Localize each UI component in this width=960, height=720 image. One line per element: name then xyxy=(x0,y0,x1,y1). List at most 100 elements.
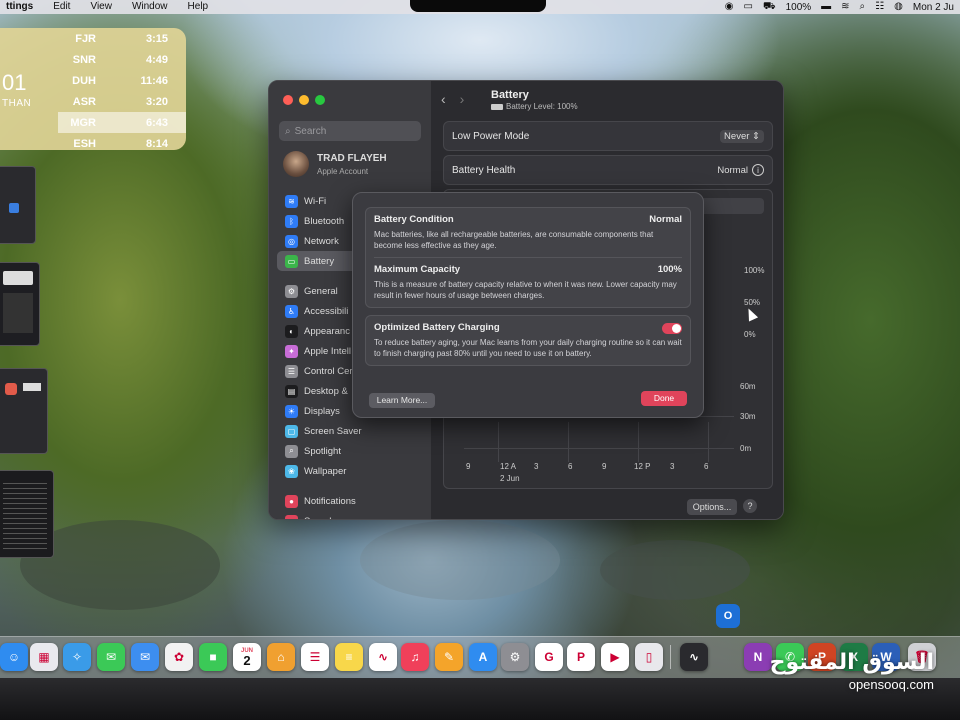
low-power-mode-select[interactable]: Never ⇕ xyxy=(720,129,764,143)
prayer-name: DUH xyxy=(72,74,96,87)
youtube-icon[interactable]: ▶ xyxy=(601,643,629,671)
menu-window[interactable]: Window xyxy=(132,0,168,14)
search-placeholder: Search xyxy=(294,125,327,137)
activity-monitor-icon[interactable]: ∿ xyxy=(680,643,708,671)
minimize-button[interactable] xyxy=(299,95,309,105)
mail-icon[interactable]: ✉ xyxy=(131,643,159,671)
control-center-status-icon[interactable]: ☷ xyxy=(875,0,884,14)
sidebar-item-screen-saver[interactable]: ▢ Screen Saver xyxy=(277,421,427,441)
prayer-row: ASR 3:20 xyxy=(58,91,186,112)
sidebar-item-wallpaper[interactable]: ❀ Wallpaper xyxy=(277,461,427,481)
preview-icon[interactable]: ▯ xyxy=(635,643,663,671)
sidebar-item-label: Spotlight xyxy=(304,445,341,457)
prayer-times-widget[interactable]: 01 THAN FJR 3:15 SNR 4:49 DUH 11:46 ASR 3:20… xyxy=(0,28,186,150)
prayer-row: DUH 11:46 xyxy=(58,70,186,91)
prayer-time: 3:15 xyxy=(145,32,168,45)
prayer-name: ASR xyxy=(72,95,96,108)
help-button[interactable]: ? xyxy=(743,499,757,513)
prayer-name: SNR xyxy=(72,53,96,66)
close-button[interactable] xyxy=(283,95,293,105)
sidebar-item-notifications[interactable]: ● Notifications xyxy=(277,491,427,511)
freeform-icon[interactable]: ∿ xyxy=(369,643,397,671)
stage-manager-window[interactable] xyxy=(0,262,40,346)
apple-account-item[interactable]: TRAD FLAYEH Apple Account xyxy=(283,151,387,177)
menu-help[interactable]: Help xyxy=(188,0,209,14)
battery-condition-description: Mac batteries, like all rechargeable bat… xyxy=(374,230,654,250)
optimized-charging-row: Optimized Battery Charging To reduce bat… xyxy=(366,316,690,365)
battery-icon: ▭ xyxy=(285,254,298,268)
prayer-row-current: MGR 6:43 xyxy=(58,112,186,133)
onenote-icon[interactable]: N xyxy=(744,643,772,671)
system-settings-icon[interactable]: ⚙ xyxy=(501,643,529,671)
battery-level-text: Battery Level: 100% xyxy=(506,102,578,111)
stage-manager-window[interactable] xyxy=(0,470,54,558)
battery-percent[interactable]: 100% xyxy=(786,2,812,13)
pinterest-icon[interactable]: P xyxy=(567,643,595,671)
prayer-current-time: 01 xyxy=(2,70,27,95)
launchpad-icon[interactable]: ▦ xyxy=(30,643,58,671)
low-power-mode-row: Low Power Mode Never ⇕ xyxy=(443,121,773,151)
watermark: السوق المفتوح opensooq.com xyxy=(770,650,934,692)
screen-icon[interactable]: ▭ xyxy=(744,0,753,14)
battery-health-label: Battery Health xyxy=(452,164,516,176)
optimized-charging-toggle[interactable] xyxy=(662,323,682,334)
y-axis-tick: 0% xyxy=(744,330,756,339)
done-button[interactable]: Done xyxy=(641,391,687,406)
outlook-icon[interactable]: O xyxy=(716,604,740,628)
x-axis-tick: 9 xyxy=(466,462,471,471)
back-arrow-icon[interactable]: ‹ xyxy=(441,91,446,107)
menu-edit[interactable]: Edit xyxy=(53,0,70,14)
sidebar-item-label: Network xyxy=(304,235,339,247)
app-store-icon[interactable]: A xyxy=(469,643,497,671)
zoom-button[interactable] xyxy=(315,95,325,105)
finder-icon[interactable]: ☺ xyxy=(0,643,28,671)
safari-icon[interactable]: ✧ xyxy=(63,643,91,671)
music-icon[interactable]: ♫ xyxy=(401,643,429,671)
bluetooth-icon: ᛒ xyxy=(285,214,298,228)
prayer-name: FJR xyxy=(75,32,96,45)
page-title: Battery xyxy=(491,89,529,101)
options-button[interactable]: Options... xyxy=(687,499,737,515)
sidebar-item-spotlight[interactable]: ⌕ Spotlight xyxy=(277,441,427,461)
spotlight-icon: ⌕ xyxy=(285,444,298,458)
forward-arrow-icon[interactable]: › xyxy=(460,91,465,107)
battery-status-icon[interactable]: ▬ xyxy=(821,0,831,14)
menu-view[interactable]: View xyxy=(90,0,112,14)
siri-icon[interactable]: ◍ xyxy=(894,0,903,14)
reminders-icon[interactable]: ☰ xyxy=(301,643,329,671)
sidebar-item-label: Sound xyxy=(304,516,331,520)
accessibility-icon: ♿ xyxy=(285,304,298,318)
wifi-status-icon[interactable]: ≋ xyxy=(841,0,849,14)
spotlight-search-icon[interactable]: ⌕ xyxy=(860,0,866,14)
learn-more-button[interactable]: Learn More... xyxy=(369,393,435,408)
low-power-mode-value: Never xyxy=(724,130,750,142)
x-axis-tick: 12 P xyxy=(634,462,651,471)
stage-manager-window[interactable] xyxy=(0,368,48,454)
messages-icon[interactable]: ✉ xyxy=(97,643,125,671)
maximum-capacity-value: 100% xyxy=(657,264,682,275)
y-axis-tick: 30m xyxy=(740,412,756,421)
sidebar-item-label: General xyxy=(304,285,338,297)
info-icon[interactable]: i xyxy=(752,164,764,176)
photos-icon[interactable]: ✿ xyxy=(165,643,193,671)
dock-separator xyxy=(670,645,671,669)
menu-app-name[interactable]: ttings xyxy=(6,0,33,14)
stage-manager-window[interactable] xyxy=(0,166,36,244)
car-icon[interactable]: ⛟ xyxy=(763,0,776,14)
calendar-icon[interactable]: JUN 2 xyxy=(233,643,261,671)
home-icon[interactable]: ⌂ xyxy=(267,643,295,671)
menu-clock[interactable]: Mon 2 Ju xyxy=(913,2,954,13)
sidebar-item-label: Accessibili xyxy=(304,305,349,317)
optimized-charging-group: Optimized Battery Charging To reduce bat… xyxy=(365,315,691,366)
notes-icon[interactable]: ≡ xyxy=(335,643,363,671)
facetime-icon[interactable]: ■ xyxy=(199,643,227,671)
focus-icon[interactable]: ◉ xyxy=(725,0,734,14)
optimized-charging-title: Optimized Battery Charging xyxy=(374,322,500,333)
chrome-icon[interactable]: G xyxy=(535,643,563,671)
grid-line xyxy=(708,422,709,462)
apple-intelligence-icon: ✦ xyxy=(285,344,298,358)
pages-icon[interactable]: ✎ xyxy=(435,643,463,671)
sidebar-item-sound[interactable]: ♪ Sound xyxy=(277,511,427,520)
sound-icon: ♪ xyxy=(285,514,298,519)
sidebar-search-input[interactable]: ⌕ Search xyxy=(279,121,421,141)
